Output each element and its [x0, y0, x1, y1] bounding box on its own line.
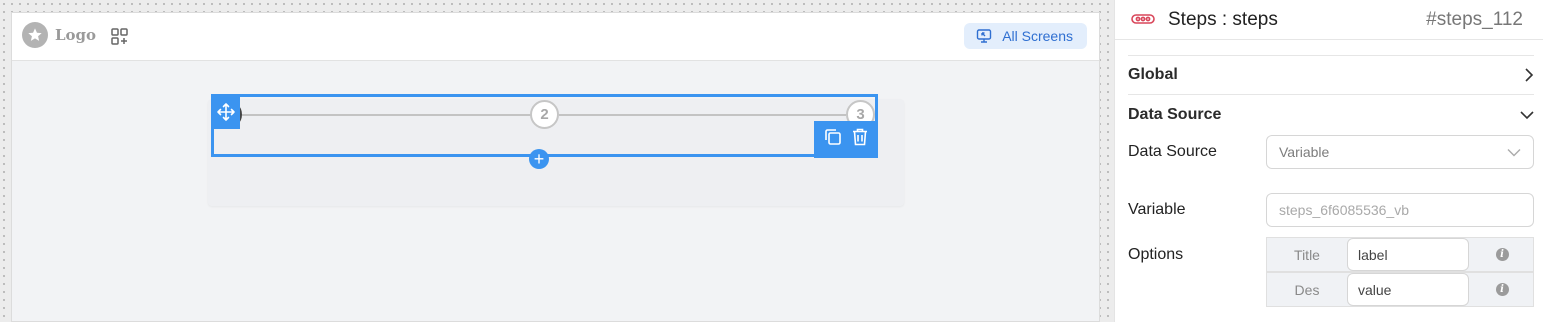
variable-placeholder: steps_6f6085536_vb [1279, 202, 1409, 218]
chevron-right-icon [1525, 68, 1534, 82]
data-source-section-label: Data Source [1128, 106, 1222, 123]
options-label: Options [1128, 246, 1184, 263]
option-value-input[interactable]: value [1347, 273, 1469, 306]
steps-component[interactable]: 2 3 [211, 94, 878, 157]
panel-title: Steps : steps [1168, 9, 1278, 30]
apps-grid-icon[interactable] [110, 27, 130, 47]
app-topbar: Logo All Screens [12, 13, 1099, 61]
global-section-header[interactable]: Global [1128, 55, 1534, 95]
global-section-label: Global [1128, 66, 1178, 83]
copy-icon [824, 129, 841, 145]
move-icon [216, 103, 235, 121]
monitor-icon [976, 29, 992, 43]
info-button[interactable]: i [1469, 273, 1535, 306]
screen-frame: Logo All Screens [11, 12, 1100, 322]
move-handle[interactable] [211, 95, 240, 129]
panel-header: Steps : steps #steps_112 [1115, 0, 1543, 40]
option-value-input[interactable]: label [1347, 238, 1469, 271]
trash-icon [853, 128, 868, 146]
chevron-down-icon [1507, 148, 1521, 156]
logo-text: Logo [55, 26, 97, 44]
option-key: Des [1294, 281, 1320, 298]
data-source-select[interactable]: Variable [1266, 135, 1534, 169]
data-source-value: Variable [1279, 144, 1330, 160]
all-screens-button[interactable]: All Screens [964, 23, 1087, 49]
step-connector [242, 114, 531, 116]
delete-button[interactable] [851, 127, 869, 152]
data-source-section-header[interactable]: Data Source [1128, 95, 1534, 135]
data-source-label: Data Source [1128, 143, 1217, 160]
add-below-button[interactable]: + [529, 149, 549, 169]
step-2[interactable]: 2 [530, 100, 559, 129]
option-key: Title [1294, 246, 1320, 263]
option-value: label [1358, 246, 1388, 263]
variable-input[interactable]: steps_6f6085536_vb [1266, 193, 1534, 227]
star-icon [22, 22, 48, 48]
component-id: #steps_112 [1426, 9, 1523, 30]
properties-panel: Steps : steps #steps_112 Global Data Sou… [1114, 0, 1543, 322]
chevron-down-icon [1520, 111, 1534, 120]
option-value: value [1358, 281, 1392, 298]
logo[interactable]: Logo [22, 22, 96, 48]
component-toolbar [814, 121, 878, 158]
all-screens-label: All Screens [1002, 28, 1073, 44]
info-icon: i [1495, 248, 1509, 261]
variable-label: Variable [1128, 201, 1186, 218]
info-icon: i [1495, 283, 1509, 296]
duplicate-button[interactable] [823, 127, 843, 152]
steps-icon [1131, 14, 1155, 24]
step-connector [559, 114, 846, 116]
canvas-area: Logo All Screens 2 3 + [0, 0, 1114, 322]
info-button[interactable]: i [1469, 238, 1535, 271]
option-row: Des value i [1266, 272, 1534, 307]
option-row: Title label i [1266, 237, 1534, 272]
